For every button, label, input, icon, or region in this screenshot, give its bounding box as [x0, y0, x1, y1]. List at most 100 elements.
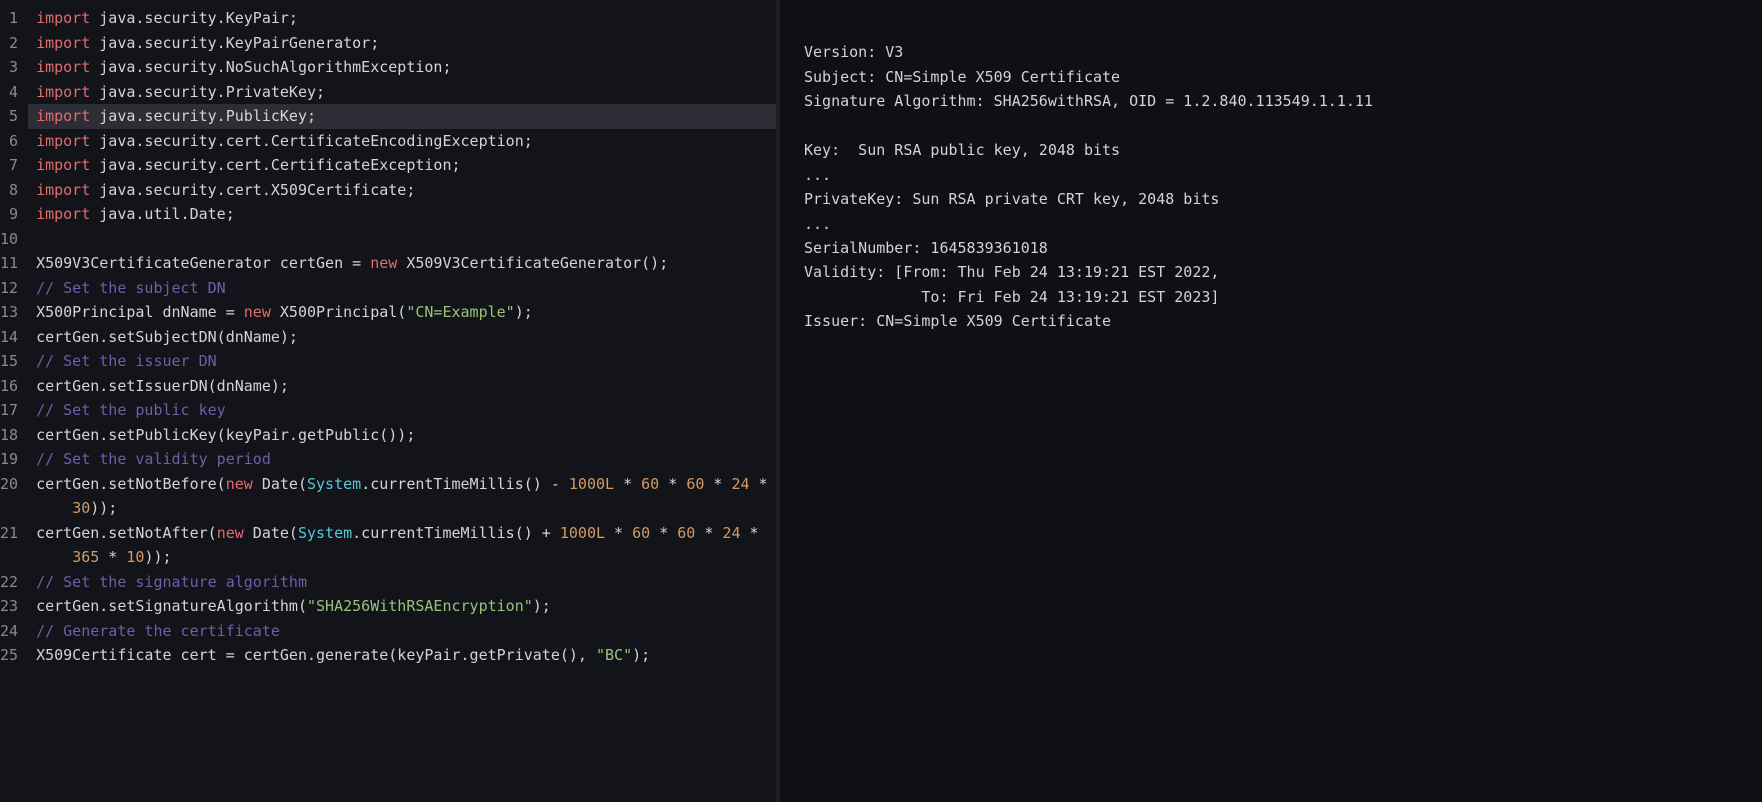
line-number: 21	[0, 521, 18, 546]
line-number: 4	[0, 80, 18, 105]
line-number: 8	[0, 178, 18, 203]
token-id: X509V3CertificateGenerator certGen =	[36, 254, 370, 272]
token-kw: import	[36, 181, 90, 199]
token-kw: new	[370, 254, 397, 272]
token-cmt: // Generate the certificate	[36, 622, 280, 640]
token-kw: new	[226, 475, 253, 493]
token-id: java.security.KeyPairGenerator;	[90, 34, 379, 52]
token-id: java.security.cert.X509Certificate;	[90, 181, 415, 199]
code-line[interactable]: import java.security.PublicKey;	[28, 104, 776, 129]
token-id: java.security.NoSuchAlgorithmException;	[90, 58, 451, 76]
code-line[interactable]: certGen.setNotAfter(new Date(System.curr…	[36, 521, 776, 546]
token-id: *	[704, 475, 731, 493]
token-id: java.security.PublicKey;	[90, 107, 316, 125]
line-number: 12	[0, 276, 18, 301]
token-kw: import	[36, 58, 90, 76]
token-num: 30	[72, 499, 90, 517]
token-str: "BC"	[596, 646, 632, 664]
code-line[interactable]: certGen.setSubjectDN(dnName);	[36, 325, 776, 350]
token-id: *	[695, 524, 722, 542]
token-cmt: // Set the signature algorithm	[36, 573, 307, 591]
token-id: .currentTimeMillis() +	[352, 524, 560, 542]
token-id: java.security.KeyPair;	[90, 9, 298, 27]
line-number: 3	[0, 55, 18, 80]
token-cmt: // Set the public key	[36, 401, 226, 419]
line-number: 17	[0, 398, 18, 423]
token-id: certGen.setNotBefore(	[36, 475, 226, 493]
line-number: 16	[0, 374, 18, 399]
code-line[interactable]: import java.security.PrivateKey;	[36, 80, 776, 105]
token-sys: System	[307, 475, 361, 493]
token-num: 24	[722, 524, 740, 542]
code-editor[interactable]: 1234567891011121314151617181920212223242…	[0, 0, 776, 802]
code-line[interactable]: // Set the issuer DN	[36, 349, 776, 374]
token-id: *	[741, 524, 768, 542]
token-id: certGen.setPublicKey(keyPair.getPublic()…	[36, 426, 415, 444]
code-line[interactable]: X500Principal dnName = new X500Principal…	[36, 300, 776, 325]
token-str: "SHA256WithRSAEncryption"	[307, 597, 533, 615]
token-id	[36, 499, 72, 517]
code-line[interactable]: 365 * 10));	[36, 545, 776, 570]
line-number: 7	[0, 153, 18, 178]
token-kw: import	[36, 205, 90, 223]
code-line[interactable]: import java.security.NoSuchAlgorithmExce…	[36, 55, 776, 80]
line-number: 13	[0, 300, 18, 325]
token-str: "CN=Example"	[406, 303, 514, 321]
token-id: certGen.setNotAfter(	[36, 524, 217, 542]
code-line[interactable]: import java.security.KeyPair;	[36, 6, 776, 31]
line-number: 18	[0, 423, 18, 448]
token-kw: import	[36, 34, 90, 52]
code-line[interactable]: 30));	[36, 496, 776, 521]
line-number: 19	[0, 447, 18, 472]
token-kw: import	[36, 9, 90, 27]
code-line[interactable]: import java.util.Date;	[36, 202, 776, 227]
code-line[interactable]: X509Certificate cert = certGen.generate(…	[36, 643, 776, 668]
code-line[interactable]	[36, 227, 776, 252]
token-num: 60	[641, 475, 659, 493]
token-id: );	[632, 646, 650, 664]
code-line[interactable]: import java.security.KeyPairGenerator;	[36, 31, 776, 56]
code-line[interactable]: certGen.setSignatureAlgorithm("SHA256Wit…	[36, 594, 776, 619]
token-id: X509V3CertificateGenerator();	[397, 254, 668, 272]
token-id: Date(	[244, 524, 298, 542]
output-panel[interactable]: Version: V3 Subject: CN=Simple X509 Cert…	[780, 0, 1762, 802]
line-number: 9	[0, 202, 18, 227]
token-id: Date(	[253, 475, 307, 493]
token-id: certGen.setIssuerDN(dnName);	[36, 377, 289, 395]
app-root: 1234567891011121314151617181920212223242…	[0, 0, 1762, 802]
code-line[interactable]: certGen.setNotBefore(new Date(System.cur…	[36, 472, 776, 497]
token-cmt: // Set the validity period	[36, 450, 271, 468]
code-line[interactable]: import java.security.cert.CertificateEnc…	[36, 129, 776, 154]
token-kw: import	[36, 156, 90, 174]
token-id: java.security.cert.CertificateEncodingEx…	[90, 132, 533, 150]
token-kw: import	[36, 83, 90, 101]
line-number	[0, 545, 18, 570]
token-num: 10	[126, 548, 144, 566]
code-line[interactable]: certGen.setPublicKey(keyPair.getPublic()…	[36, 423, 776, 448]
line-number: 20	[0, 472, 18, 497]
token-num: 365	[72, 548, 99, 566]
token-id: *	[99, 548, 126, 566]
token-num: 60	[632, 524, 650, 542]
token-id: *	[750, 475, 776, 493]
line-number: 6	[0, 129, 18, 154]
code-line[interactable]: X509V3CertificateGenerator certGen = new…	[36, 251, 776, 276]
line-number: 24	[0, 619, 18, 644]
code-line[interactable]: import java.security.cert.X509Certificat…	[36, 178, 776, 203]
code-line[interactable]: // Set the subject DN	[36, 276, 776, 301]
line-number: 14	[0, 325, 18, 350]
code-line[interactable]: // Generate the certificate	[36, 619, 776, 644]
token-num: 60	[686, 475, 704, 493]
code-line[interactable]: // Set the validity period	[36, 447, 776, 472]
code-area[interactable]: import java.security.KeyPair;import java…	[28, 0, 776, 802]
code-line[interactable]: certGen.setIssuerDN(dnName);	[36, 374, 776, 399]
token-id: );	[533, 597, 551, 615]
token-id: certGen.setSubjectDN(dnName);	[36, 328, 298, 346]
code-line[interactable]: // Set the public key	[36, 398, 776, 423]
token-cmt: // Set the subject DN	[36, 279, 226, 297]
line-number	[0, 496, 18, 521]
token-kw: import	[36, 107, 90, 125]
code-line[interactable]: import java.security.cert.CertificateExc…	[36, 153, 776, 178]
token-id: X500Principal(	[271, 303, 406, 321]
code-line[interactable]: // Set the signature algorithm	[36, 570, 776, 595]
